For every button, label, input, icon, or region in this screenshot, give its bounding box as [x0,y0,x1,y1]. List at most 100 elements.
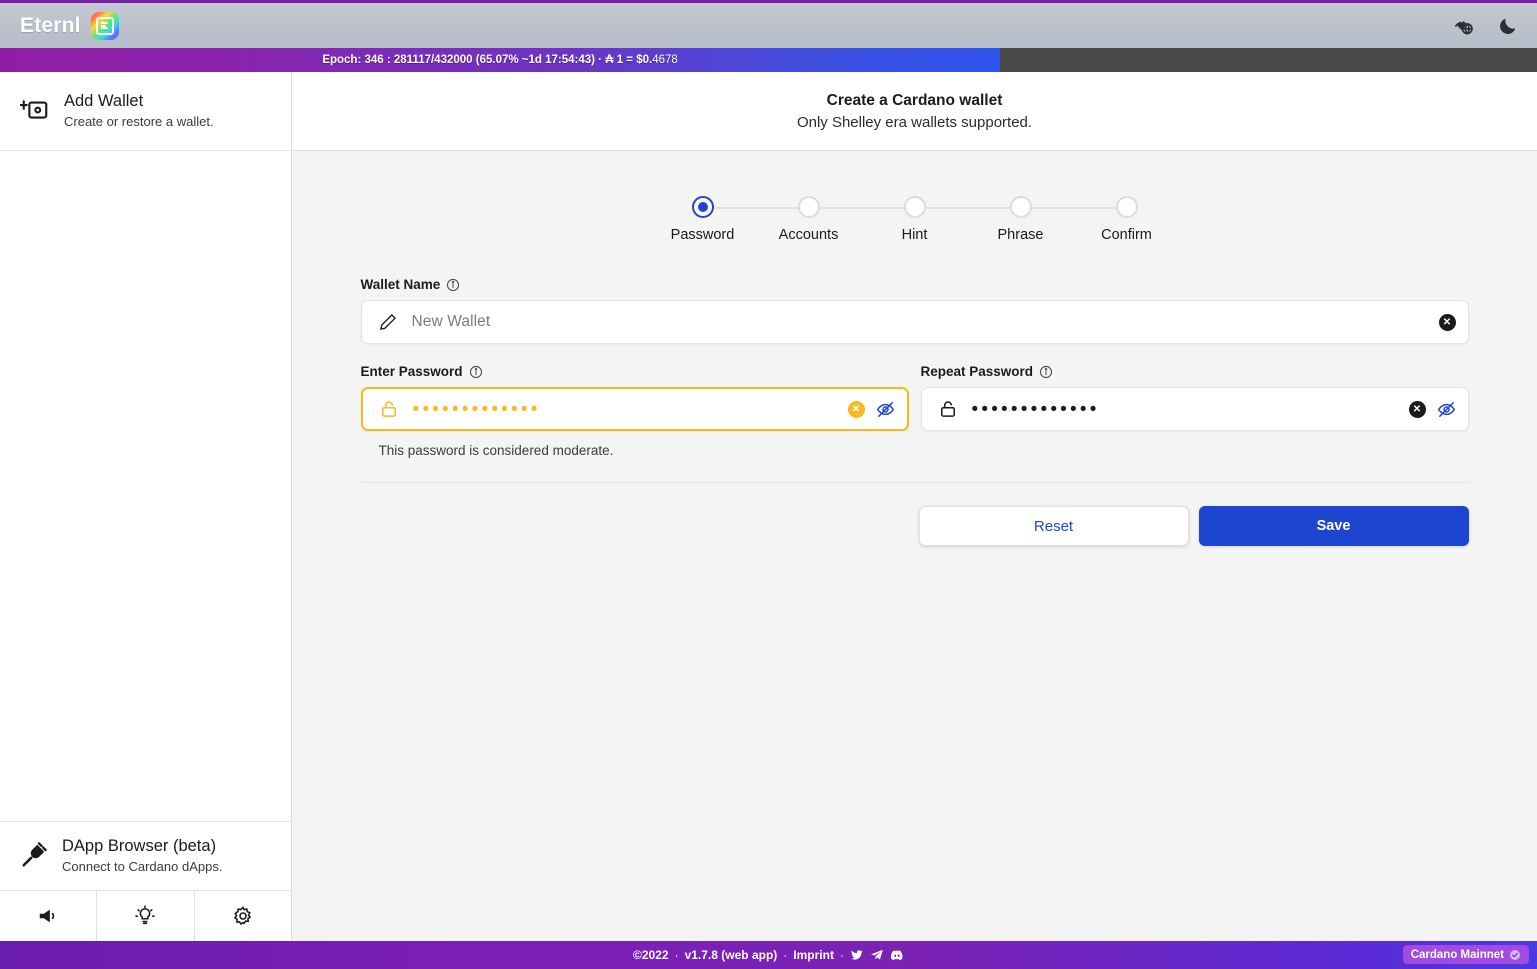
main-header: Create a Cardano wallet Only Shelley era… [292,72,1537,151]
network-label: Cardano Mainnet [1410,948,1504,961]
sidebar-item-dapp-browser[interactable]: DApp Browser (beta) Connect to Cardano d… [0,821,291,891]
step-label-hint: Hint [901,227,928,243]
step-dot-password [691,196,714,218]
info-icon[interactable] [446,278,460,292]
app-brand: Eternl [20,11,119,40]
dapp-browser-title: DApp Browser (beta) [62,837,217,856]
footer-separator: · [783,948,788,962]
main-content: Create a Cardano wallet Only Shelley era… [292,72,1537,941]
eye-off-icon[interactable] [876,400,895,419]
step-password[interactable]: Password [655,196,751,243]
add-wallet-title: Add Wallet [64,92,144,111]
info-icon[interactable] [469,365,483,379]
epoch-progress-bar[interactable]: Epoch: 346 : 281117/432000 (65.07% ~1d 1… [0,48,1537,72]
repeat-password-clear-icon[interactable]: ✕ [1408,400,1426,418]
repeat-password-label: Repeat Password [920,364,1034,379]
step-dot-hint [903,196,926,218]
footer-bar: ©2022 · v1.7.8 (web app) · Imprint · Car… [0,941,1537,969]
info-icon[interactable] [1039,365,1053,379]
step-label-password: Password [670,227,735,243]
footer-version: v1.7.8 (web app) [684,948,778,962]
wallet-name-trailing: ✕ [1438,313,1456,331]
form-divider [360,482,1469,483]
repeat-password-value[interactable]: ••••••••••••• [972,400,1409,419]
title-bar: Eternl [0,0,1537,48]
add-wallet-icon [20,100,48,119]
page-subtitle: Only Shelley era wallets supported. [796,113,1033,131]
save-button[interactable]: Save [1198,506,1469,546]
footer-imprint-link[interactable]: Imprint [793,948,834,962]
tips-button[interactable] [97,891,195,941]
sidebar-item-add-wallet[interactable]: Add Wallet Create or restore a wallet. [0,72,291,151]
sidebar-tools [0,891,291,941]
add-wallet-subtitle: Create or restore a wallet. [64,113,214,129]
repeat-password-trailing: ✕ [1408,400,1456,419]
enter-password-input[interactable]: ••••••••••••• ✕ [360,387,909,431]
plug-icon [22,842,47,867]
step-dot-accounts [797,196,820,218]
step-dot-phrase [1009,196,1032,218]
app-title: Eternl [20,13,81,37]
lock-icon [940,401,955,417]
form-actions: Reset Save [361,506,1469,546]
footer-copyright: ©2022 [633,948,669,962]
step-label-confirm: Confirm [1101,227,1152,243]
footer-separator: · [839,948,844,962]
wallet-name-label-row: Wallet Name [361,277,1469,292]
wallet-name-clear-icon[interactable]: ✕ [1438,313,1456,331]
repeat-password-field: Repeat Password ••••••••••••• ✕ [920,364,1469,458]
telegram-icon[interactable] [870,948,884,962]
enter-password-field: Enter Password ••••••••••••• ✕ This pass… [360,364,909,458]
step-label-phrase: Phrase [997,227,1044,243]
dapp-globe-icon[interactable] [1453,15,1475,37]
password-row: Enter Password ••••••••••••• ✕ This pass… [360,364,1469,458]
wizard-stepper: Password Accounts Hint Phrase Confirm [655,196,1175,243]
announcements-button[interactable] [0,891,98,941]
wallet-name-value[interactable]: New Wallet [412,313,1439,331]
epoch-prefix-text: Epoch: 346 : 281117/432000 (65.07% ~1d 1… [322,54,606,66]
repeat-password-label-row: Repeat Password [921,364,1469,379]
titlebar-actions [1453,15,1519,37]
megaphone-icon [39,909,55,923]
check-badge-icon [1510,949,1520,960]
page-title: Create a Cardano wallet [826,91,1003,109]
reset-button[interactable]: Reset [918,506,1189,546]
lightbulb-icon [135,905,156,925]
ada-rate-text: 1 = $0. [613,54,653,66]
enter-password-label-row: Enter Password [361,364,909,379]
network-status-badge[interactable]: Cardano Mainnet [1402,945,1529,964]
repeat-password-input[interactable]: ••••••••••••• ✕ [920,387,1469,431]
twitter-icon[interactable] [850,948,864,962]
settings-button[interactable] [195,891,291,941]
create-wallet-form: Wallet Name New Wallet ✕ Enter Password … [360,277,1469,546]
wallet-name-input[interactable]: New Wallet ✕ [360,300,1469,344]
password-strength-helper: This password is considered moderate. [378,443,614,458]
footer-info: ©2022 · v1.7.8 (web app) · Imprint · [633,948,904,962]
step-phrase[interactable]: Phrase [973,196,1069,243]
ada-symbol: ₳ [605,54,614,66]
eternl-logo-icon [90,11,119,40]
wallet-name-label: Wallet Name [360,277,441,292]
pencil-icon [379,314,396,330]
main-body: Password Accounts Hint Phrase Confirm Wa… [292,151,1537,941]
step-label-accounts: Accounts [778,227,839,243]
footer-separator: · [674,948,679,962]
discord-icon[interactable] [890,948,904,962]
enter-password-trailing: ✕ [847,400,895,419]
step-hint[interactable]: Hint [867,196,963,243]
step-accounts[interactable]: Accounts [761,196,857,243]
moon-icon[interactable] [1497,15,1519,37]
ada-rate-decimals: 4678 [652,54,678,66]
dapp-browser-subtitle: Connect to Cardano dApps. [62,859,223,874]
enter-password-clear-icon[interactable]: ✕ [847,400,865,418]
epoch-status-text: Epoch: 346 : 281117/432000 (65.07% ~1d 1… [0,54,1000,66]
enter-password-value[interactable]: ••••••••••••• [413,400,848,419]
step-confirm[interactable]: Confirm [1079,196,1175,243]
gear-icon [233,906,252,926]
app-body: Add Wallet Create or restore a wallet. D… [0,72,1537,941]
sidebar: Add Wallet Create or restore a wallet. D… [0,72,292,941]
step-dot-confirm [1115,196,1138,218]
eye-off-icon[interactable] [1437,400,1456,419]
enter-password-label: Enter Password [360,364,463,379]
